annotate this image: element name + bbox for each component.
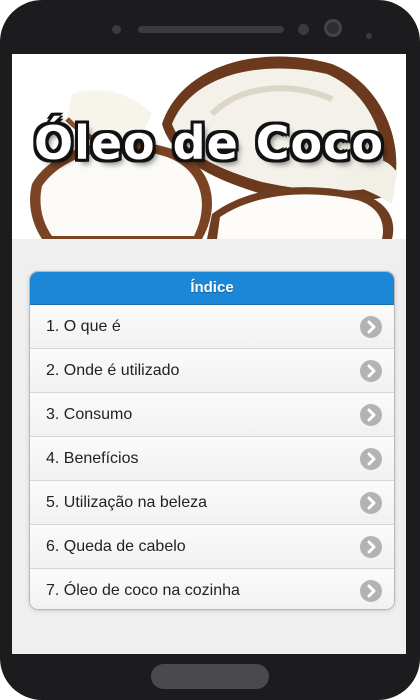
front-camera-icon	[324, 19, 342, 37]
index-list: 1. O que é 2. Onde é utilizado 3. Consum…	[30, 305, 394, 609]
index-item-o-que-e[interactable]: 1. O que é	[30, 305, 394, 348]
index-item-beneficios[interactable]: 4. Benefícios	[30, 436, 394, 480]
chevron-right-icon	[360, 448, 382, 470]
earpiece-speaker	[138, 26, 284, 33]
chevron-right-icon	[360, 536, 382, 558]
indicator-light	[366, 33, 372, 39]
hero-title: Óleo de Coco	[33, 116, 385, 170]
index-item-utilizacao-na-beleza[interactable]: 5. Utilização na beleza	[30, 480, 394, 524]
index-item-label: 1. O que é	[46, 318, 121, 335]
chevron-right-icon	[360, 580, 382, 602]
index-item-label: 7. Óleo de coco na cozinha	[46, 582, 240, 599]
proximity-sensor	[298, 24, 309, 35]
home-button[interactable]	[151, 664, 269, 689]
index-item-oleo-na-cozinha[interactable]: 7. Óleo de coco na cozinha	[30, 568, 394, 609]
index-item-label: 2. Onde é utilizado	[46, 362, 180, 379]
index-menu: Índice 1. O que é 2. Onde é utilizado 3.…	[29, 271, 395, 610]
index-item-label: 3. Consumo	[46, 406, 133, 423]
index-item-onde-e-utilizado[interactable]: 2. Onde é utilizado	[30, 348, 394, 392]
chevron-right-icon	[360, 316, 382, 338]
app-screen: Óleo de Coco Índice 1. O que é 2. Onde é…	[12, 54, 406, 654]
index-item-label: 4. Benefícios	[46, 450, 139, 467]
chevron-right-icon	[360, 360, 382, 382]
hero-banner: Óleo de Coco	[12, 54, 406, 239]
index-item-queda-de-cabelo[interactable]: 6. Queda de cabelo	[30, 524, 394, 568]
chevron-right-icon	[360, 492, 382, 514]
index-item-consumo[interactable]: 3. Consumo	[30, 392, 394, 436]
chevron-right-icon	[360, 404, 382, 426]
index-item-label: 6. Queda de cabelo	[46, 538, 186, 555]
front-sensor-dot	[112, 25, 121, 34]
index-item-label: 5. Utilização na beleza	[46, 494, 207, 511]
index-header: Índice	[30, 272, 394, 305]
phone-frame: Óleo de Coco Índice 1. O que é 2. Onde é…	[0, 0, 420, 700]
